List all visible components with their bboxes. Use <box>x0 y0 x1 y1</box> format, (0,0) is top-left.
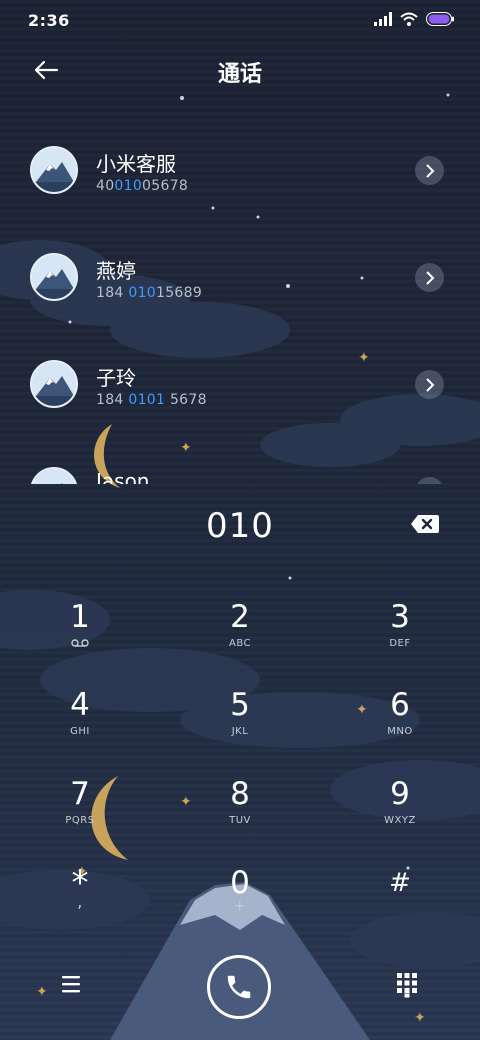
avatar-mountain-icon <box>32 148 76 192</box>
contact-detail-button[interactable] <box>415 477 444 484</box>
chevron-right-icon <box>425 270 434 285</box>
key-hash[interactable]: # <box>340 864 460 944</box>
status-time: 2:36 <box>28 11 70 30</box>
battery-icon <box>426 12 454 26</box>
avatar <box>30 253 78 301</box>
key-digit: 8 <box>230 776 250 812</box>
key-0[interactable]: 0 + <box>180 864 300 944</box>
key-letters: MNO <box>387 726 413 737</box>
avatar <box>30 467 78 484</box>
contact-row[interactable]: 燕婷 184 01015689 <box>0 239 480 329</box>
contact-number: 184 0101 5678 <box>96 392 207 408</box>
contact-name: 子玲 <box>96 366 136 390</box>
chevron-right-icon <box>425 377 434 392</box>
backspace-button[interactable] <box>410 514 442 538</box>
contact-row[interactable]: Jason <box>0 453 480 484</box>
contact-detail-button[interactable] <box>415 370 444 399</box>
keypad-toggle-button[interactable] <box>396 972 418 998</box>
key-1[interactable]: 1 <box>20 598 140 678</box>
key-7[interactable]: 7 PQRS <box>20 775 140 855</box>
contact-detail-button[interactable] <box>415 156 444 185</box>
contact-list: 小米客服 4001005678 燕婷 184 01015689 子玲 184 0… <box>0 118 480 484</box>
contact-row[interactable]: 子玲 184 0101 5678 <box>0 346 480 436</box>
avatar-mountain-icon <box>32 469 76 484</box>
key-digit: 3 <box>390 599 410 635</box>
menu-button[interactable] <box>60 974 86 996</box>
avatar <box>30 146 78 194</box>
voicemail-icon <box>20 638 140 651</box>
wifi-icon <box>400 12 418 26</box>
key-letters: GHI <box>70 726 90 737</box>
contact-detail-button[interactable] <box>415 263 444 292</box>
key-letters: ABC <box>228 638 251 649</box>
backspace-icon <box>411 515 439 533</box>
contact-row[interactable]: 小米客服 4001005678 <box>0 132 480 222</box>
avatar-mountain-icon <box>32 362 76 406</box>
key-8[interactable]: 8 TUV <box>180 775 300 855</box>
status-bar: 2:36 <box>0 0 480 40</box>
key-2[interactable]: 2 ABC <box>180 598 300 678</box>
contact-name: 燕婷 <box>96 259 136 283</box>
contact-name: 小米客服 <box>96 152 176 176</box>
key-9[interactable]: 9 WXYZ <box>340 775 460 855</box>
contact-number: 4001005678 <box>96 178 189 194</box>
signal-icon <box>374 12 392 26</box>
contact-number: 184 01015689 <box>96 285 203 301</box>
dialpad-icon <box>397 973 417 998</box>
avatar <box>30 360 78 408</box>
key-star[interactable]: * , <box>20 864 140 944</box>
key-4[interactable]: 4 GHI <box>20 686 140 766</box>
menu-icon <box>62 976 80 993</box>
key-letters: PQRS <box>65 815 95 826</box>
key-digit: 4 <box>70 687 90 723</box>
key-digit: 1 <box>70 599 90 635</box>
key-letters: , <box>77 892 83 911</box>
key-digit: # <box>389 868 411 898</box>
key-6[interactable]: 6 MNO <box>340 686 460 766</box>
dial-input[interactable]: 010 <box>0 506 480 546</box>
key-digit: 5 <box>230 687 250 723</box>
key-digit: 6 <box>390 687 410 723</box>
key-digit: 7 <box>70 776 90 812</box>
key-digit: 9 <box>390 776 410 812</box>
key-digit: 0 <box>230 865 250 901</box>
chevron-right-icon <box>425 163 434 178</box>
contact-name: Jason <box>96 469 150 484</box>
avatar-mountain-icon <box>32 255 76 299</box>
key-letters: DEF <box>389 638 411 649</box>
key-letters: JKL <box>231 726 249 737</box>
bottom-bar <box>0 950 480 1030</box>
page-title: 通话 <box>217 62 262 87</box>
key-3[interactable]: 3 DEF <box>340 598 460 678</box>
key-letters: WXYZ <box>384 815 416 826</box>
key-5[interactable]: 5 JKL <box>180 686 300 766</box>
call-button[interactable] <box>207 955 271 1019</box>
key-letters: TUV <box>229 815 251 826</box>
status-icons <box>374 12 454 26</box>
key-letters: + <box>233 898 247 914</box>
phone-icon <box>227 975 251 999</box>
key-digit: 2 <box>230 599 250 635</box>
